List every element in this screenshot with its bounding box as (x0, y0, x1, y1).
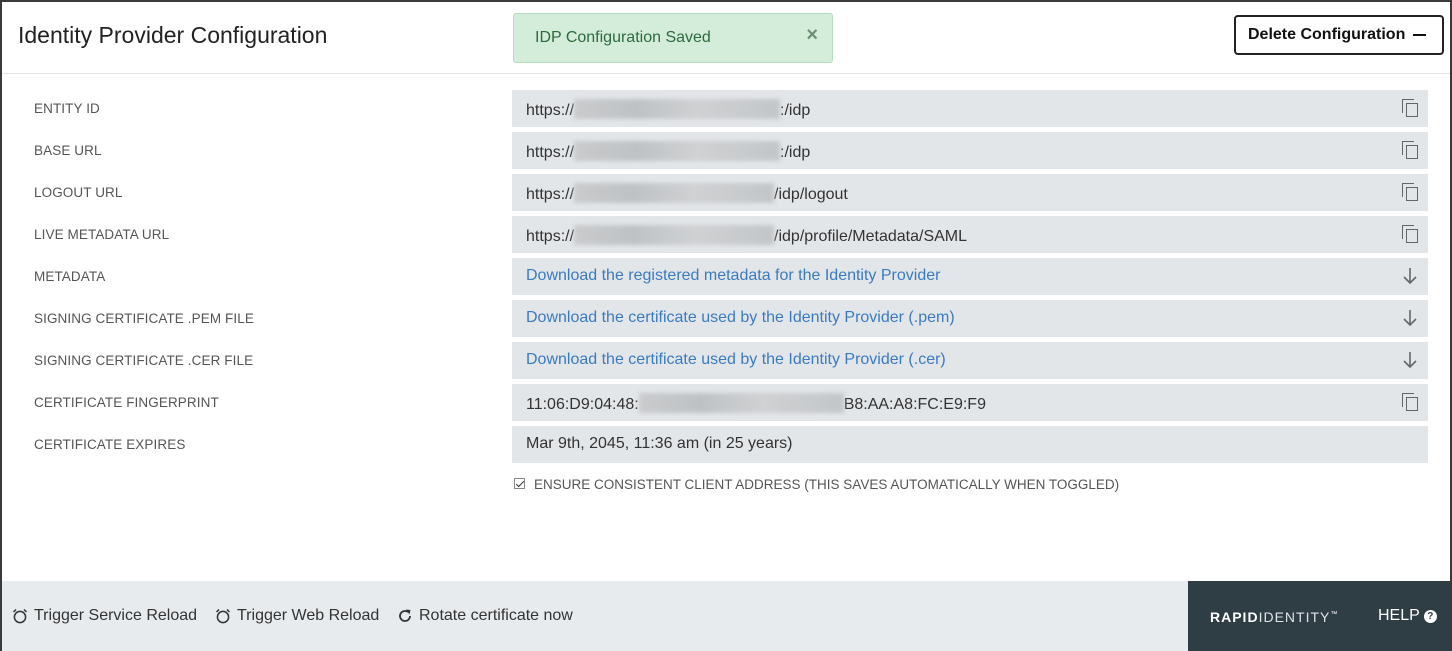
download-cer-link[interactable]: Download the certificate used by the Ide… (526, 351, 946, 369)
help-label: HELP (1378, 607, 1420, 624)
entity-id-field: https://:/idp (512, 90, 1428, 127)
trigger-service-reload-label: Trigger Service Reload (34, 607, 198, 624)
rotate-certificate-label: Rotate certificate now (419, 607, 573, 624)
brand-panel: RAPIDIDENTITY™ HELP? (1188, 581, 1450, 651)
copy-icon[interactable] (1402, 141, 1420, 160)
logout-url-field: https:///idp/logout (512, 174, 1428, 211)
live-metadata-url-value[interactable]: https:///idp/profile/Metadata/SAML (526, 225, 967, 246)
consistent-client-address-label: ENSURE CONSISTENT CLIENT ADDRESS (THIS S… (534, 477, 1120, 492)
refresh-icon (399, 609, 411, 622)
logout-url-label: LOGOUT URL (34, 185, 123, 200)
minus-icon (1413, 34, 1426, 36)
redacted-host (574, 183, 775, 203)
entity-id-label: ENTITY ID (34, 101, 100, 116)
rapididentity-logo: RAPIDIDENTITY™ (1210, 609, 1339, 625)
certificate-fingerprint-field: 11:06:D9:04:48: B8:AA:A8:FC:E9:F9 (512, 384, 1428, 421)
download-pem-link[interactable]: Download the certificate used by the Ide… (526, 309, 955, 327)
certificate-fingerprint-value[interactable]: 11:06:D9:04:48: B8:AA:A8:FC:E9:F9 (526, 393, 986, 414)
download-arrow-icon[interactable] (1402, 350, 1418, 370)
download-arrow-icon[interactable] (1402, 308, 1418, 328)
copy-icon[interactable] (1402, 225, 1420, 244)
redacted-fingerprint (638, 393, 844, 413)
live-metadata-url-field: https:///idp/profile/Metadata/SAML (512, 216, 1428, 253)
help-button[interactable]: HELP? (1378, 607, 1437, 625)
logout-url-value[interactable]: https:///idp/logout (526, 183, 848, 204)
certificate-expires-field: Mar 9th, 2045, 11:36 am (in 25 years) (512, 426, 1428, 463)
page-header: Identity Provider Configuration IDP Conf… (2, 2, 1450, 74)
redacted-host (574, 141, 781, 161)
copy-icon[interactable] (1402, 183, 1420, 202)
signing-cert-cer-label: SIGNING CERTIFICATE .CER FILE (34, 353, 254, 368)
base-url-value[interactable]: https://:/idp (526, 141, 810, 162)
consistent-client-address-checkbox[interactable] (514, 478, 525, 489)
footer-bar: Trigger Service Reload Trigger Web Reloa… (2, 581, 1450, 651)
base-url-label: BASE URL (34, 143, 102, 158)
signing-cert-cer-field: Download the certificate used by the Ide… (512, 342, 1428, 379)
signing-cert-pem-label: SIGNING CERTIFICATE .PEM FILE (34, 311, 254, 326)
alarm-clock-icon (12, 608, 28, 624)
trigger-web-reload-label: Trigger Web Reload (237, 607, 380, 624)
close-icon[interactable]: × (806, 24, 818, 47)
delete-configuration-button[interactable]: Delete Configuration (1234, 15, 1444, 55)
success-toast: IDP Configuration Saved × (513, 13, 833, 63)
live-metadata-url-label: LIVE METADATA URL (34, 227, 170, 242)
metadata-field: Download the registered metadata for the… (512, 258, 1428, 295)
base-url-field: https://:/idp (512, 132, 1428, 169)
page-title: Identity Provider Configuration (18, 22, 328, 48)
alarm-clock-icon (215, 608, 231, 624)
certificate-fingerprint-label: CERTIFICATE FINGERPRINT (34, 395, 219, 410)
entity-id-value[interactable]: https://:/idp (526, 99, 810, 120)
toast-message: IDP Configuration Saved (535, 29, 711, 46)
signing-cert-pem-field: Download the certificate used by the Ide… (512, 300, 1428, 337)
delete-configuration-label: Delete Configuration (1248, 26, 1406, 43)
certificate-expires-value: Mar 9th, 2045, 11:36 am (in 25 years) (526, 435, 793, 452)
copy-icon[interactable] (1402, 99, 1420, 118)
metadata-label: METADATA (34, 269, 106, 284)
certificate-expires-label: CERTIFICATE EXPIRES (34, 437, 186, 452)
app-frame: Identity Provider Configuration IDP Conf… (0, 0, 1452, 651)
help-icon: ? (1423, 610, 1437, 623)
download-metadata-link[interactable]: Download the registered metadata for the… (526, 267, 940, 285)
copy-icon[interactable] (1402, 393, 1420, 412)
download-arrow-icon[interactable] (1402, 266, 1418, 286)
redacted-host (574, 99, 781, 119)
redacted-host (574, 225, 775, 245)
